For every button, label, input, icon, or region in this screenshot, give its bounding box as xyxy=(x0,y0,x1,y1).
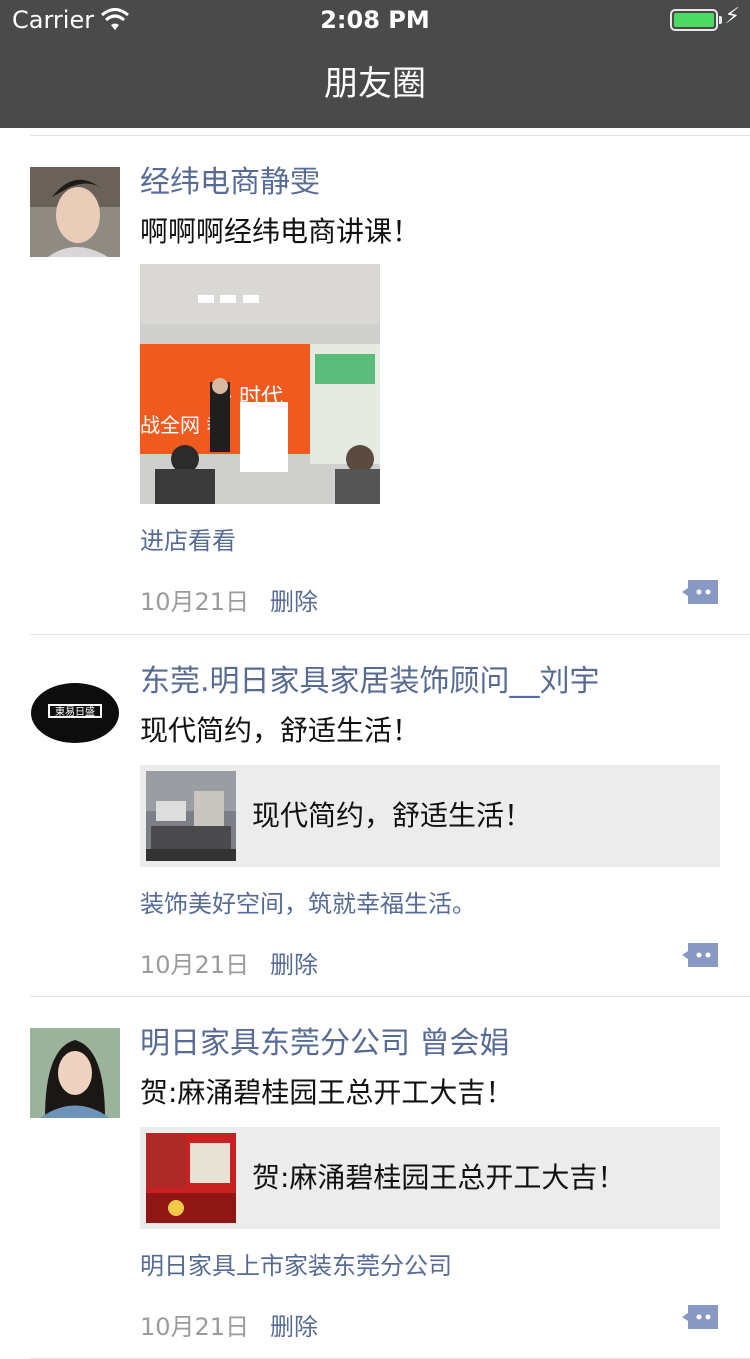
delete-button[interactable]: 删除 xyxy=(270,1307,318,1342)
author-name[interactable]: 东莞.明日家具家居装饰顾问__刘宇 xyxy=(140,661,720,703)
post-text: 啊啊啊经纬电商讲课！ xyxy=(140,215,421,248)
source-link[interactable]: 进店看看 xyxy=(140,524,720,558)
svg-text:東易日盛: 東易日盛 xyxy=(55,705,95,718)
comment-icon[interactable] xyxy=(682,941,720,969)
post-text: 贺:麻涌碧桂园王总开工大吉！ xyxy=(140,1076,514,1109)
source-link[interactable]: 装饰美好空间，筑就幸福生活。 xyxy=(140,887,720,921)
avatar[interactable]: 東易日盛 xyxy=(30,666,120,756)
link-title: 现代简约，舒适生活！ xyxy=(252,799,533,832)
charging-icon: ⚡ xyxy=(724,4,740,29)
link-title: 贺:麻涌碧桂园王总开工大吉！ xyxy=(252,1161,626,1194)
clock: 2:08 PM xyxy=(320,6,430,34)
link-thumbnail xyxy=(146,1133,236,1223)
avatar[interactable] xyxy=(30,1028,120,1118)
divider xyxy=(30,128,750,136)
status-bar: Carrier 2:08 PM ⚡ xyxy=(0,0,750,40)
post-text: 现代简约，舒适生活！ xyxy=(140,714,421,747)
comment-icon[interactable] xyxy=(682,1303,720,1331)
moment-post: 经纬电商静雯 啊啊啊经纬电商讲课！ 移 时代 战全网 裁 进店看看 10月21日… xyxy=(30,136,750,635)
shared-link-card[interactable]: 现代简约，舒适生活！ xyxy=(140,765,720,867)
avatar[interactable] xyxy=(30,167,120,257)
delete-button[interactable]: 删除 xyxy=(270,582,318,617)
shared-link-card[interactable]: 贺:麻涌碧桂园王总开工大吉！ xyxy=(140,1127,720,1229)
moment-post: 明日家具东莞分公司 曾会娟 贺:麻涌碧桂园王总开工大吉！ 贺:麻涌碧桂园王总开工… xyxy=(30,997,750,1359)
post-meta: 10月21日 删除 xyxy=(140,568,720,628)
comment-icon[interactable] xyxy=(682,578,720,606)
moment-post: 東易日盛 东莞.明日家具家居装饰顾问__刘宇 现代简约，舒适生活！ 现代简约，舒… xyxy=(30,635,750,997)
source-link[interactable]: 明日家具上市家装东莞分公司 xyxy=(140,1249,720,1283)
delete-button[interactable]: 删除 xyxy=(270,945,318,980)
page-title: 朋友圈 xyxy=(324,64,426,104)
post-date: 10月21日 xyxy=(140,1313,250,1341)
navigation-bar: 朋友圈 xyxy=(0,40,750,128)
post-date: 10月21日 xyxy=(140,588,250,616)
moments-feed[interactable]: 经纬电商静雯 啊啊啊经纬电商讲课！ 移 时代 战全网 裁 进店看看 10月21日… xyxy=(0,128,750,1359)
post-date: 10月21日 xyxy=(140,951,250,979)
author-name[interactable]: 明日家具东莞分公司 曾会娟 xyxy=(140,1023,720,1065)
author-name[interactable]: 经纬电商静雯 xyxy=(140,162,720,204)
post-photo[interactable]: 移 时代 战全网 裁 xyxy=(140,264,380,504)
battery-icon xyxy=(670,9,722,31)
post-meta: 10月21日 删除 xyxy=(140,1293,720,1353)
post-meta: 10月21日 删除 xyxy=(140,931,720,991)
link-thumbnail xyxy=(146,771,236,861)
